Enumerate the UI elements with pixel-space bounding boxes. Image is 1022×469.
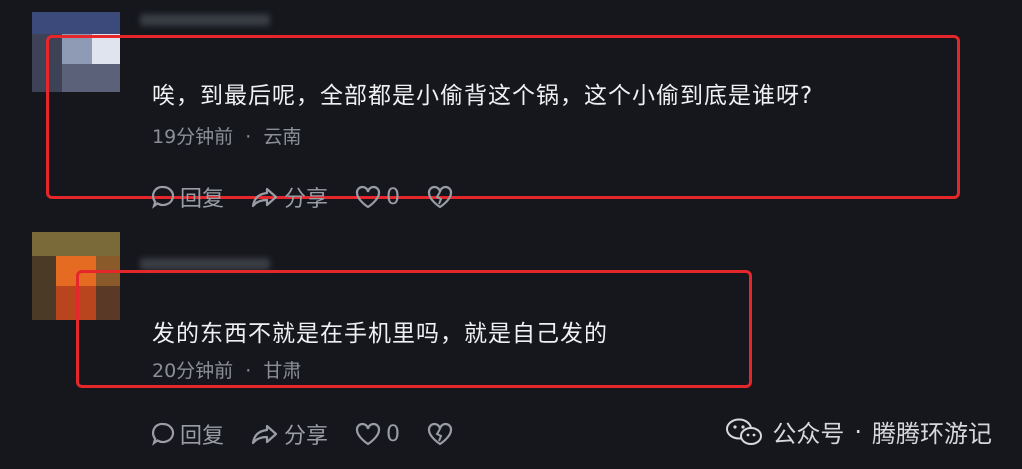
comment-location: 云南 bbox=[263, 126, 302, 148]
comment-meta: 19分钟前 · 云南 bbox=[152, 122, 301, 149]
wechat-icon bbox=[726, 418, 763, 445]
comment-text: 发的东西不就是在手机里吗，就是自己发的 bbox=[152, 321, 608, 347]
reply-label: 回复 bbox=[180, 424, 225, 449]
highlight-box bbox=[46, 35, 960, 199]
dislike-button[interactable] bbox=[426, 184, 458, 210]
like-count: 0 bbox=[386, 184, 401, 210]
comment-actions: 回复 分享 0 bbox=[150, 418, 484, 450]
comment-text: 唉，到最后呢，全部都是小偷背这个锅，这个小偷到底是谁呀? bbox=[152, 83, 814, 109]
like-button[interactable]: 0 bbox=[354, 421, 400, 447]
watermark-separator: · bbox=[854, 417, 862, 446]
watermark-label: 公众号 bbox=[772, 420, 845, 448]
share-button[interactable]: 分享 bbox=[250, 181, 328, 213]
username-blurred bbox=[140, 14, 270, 26]
reply-button[interactable]: 回复 bbox=[150, 418, 224, 450]
like-button[interactable]: 0 bbox=[354, 184, 400, 210]
comment-icon bbox=[151, 422, 175, 446]
comment-actions: 回复 分享 0 bbox=[150, 181, 484, 213]
meta-separator: · bbox=[245, 126, 252, 148]
share-icon bbox=[251, 187, 278, 208]
broken-heart-icon bbox=[427, 422, 453, 446]
comment-time: 20分钟前 bbox=[152, 360, 234, 382]
share-label: 分享 bbox=[284, 187, 329, 212]
watermark: 公众号 · 腾腾环游记 bbox=[724, 414, 992, 449]
broken-heart-icon bbox=[427, 185, 453, 209]
reply-label: 回复 bbox=[180, 187, 225, 212]
comment-time: 19分钟前 bbox=[152, 126, 234, 148]
share-icon bbox=[251, 424, 278, 445]
like-heart-icon bbox=[355, 422, 381, 446]
watermark-account: 腾腾环游记 bbox=[872, 420, 992, 448]
dislike-button[interactable] bbox=[426, 421, 458, 447]
comment-location: 甘肃 bbox=[263, 360, 302, 382]
like-count: 0 bbox=[386, 421, 401, 447]
like-heart-icon bbox=[355, 185, 381, 209]
username-blurred bbox=[140, 258, 270, 270]
meta-separator: · bbox=[245, 360, 252, 382]
share-label: 分享 bbox=[284, 424, 329, 449]
comment-meta: 20分钟前 · 甘肃 bbox=[152, 356, 301, 383]
comment-icon bbox=[151, 185, 175, 209]
reply-button[interactable]: 回复 bbox=[150, 181, 224, 213]
share-button[interactable]: 分享 bbox=[250, 418, 328, 450]
